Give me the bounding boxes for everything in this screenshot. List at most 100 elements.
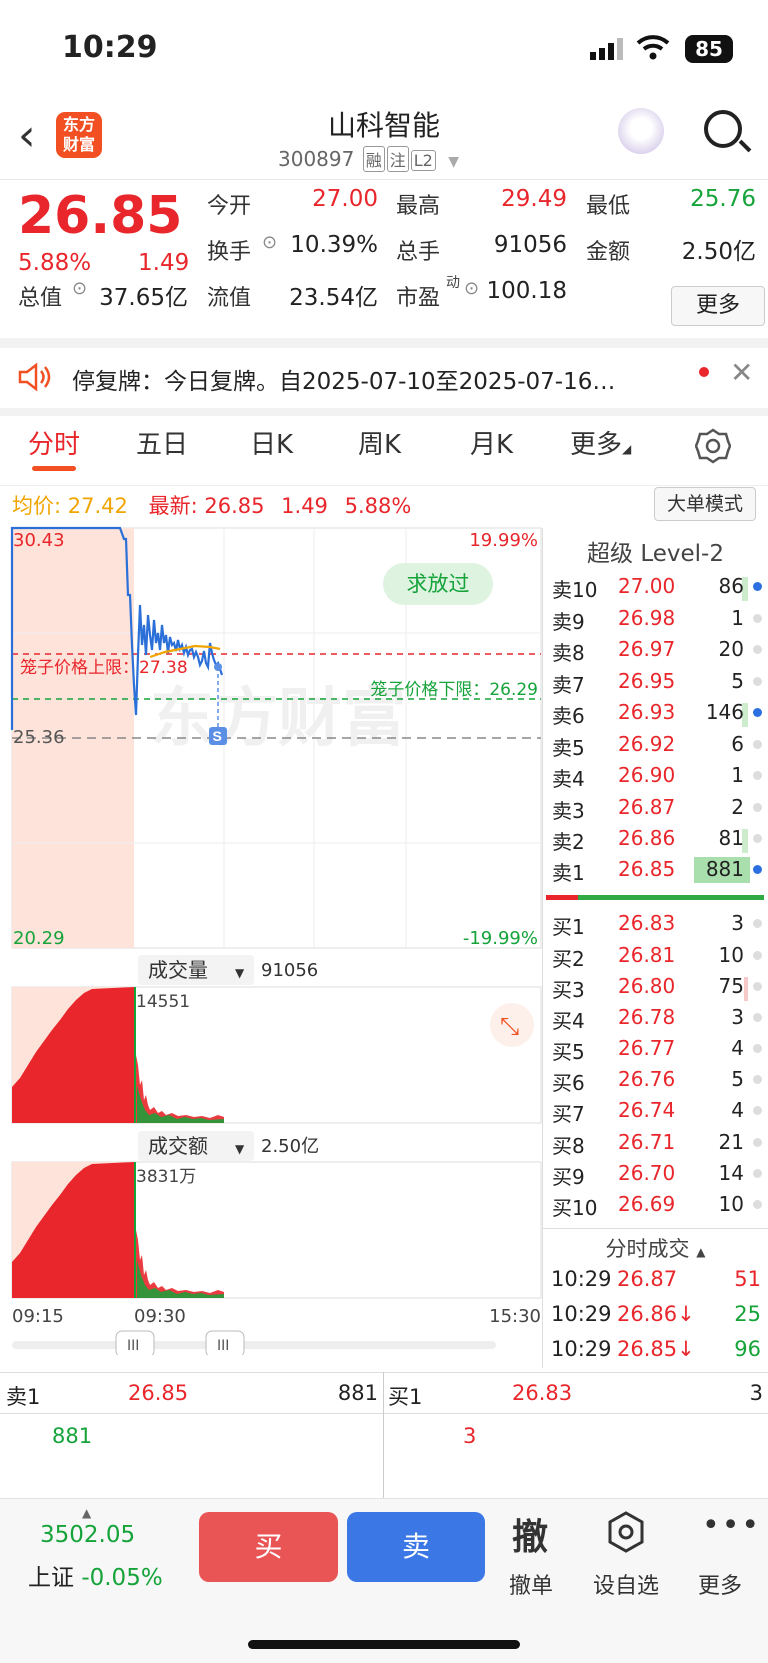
ask-row[interactable]: 卖9 26.98 1 xyxy=(552,606,762,636)
cancel-order-icon[interactable]: 撤 xyxy=(512,1508,548,1560)
bid-row[interactable]: 买9 26.70 14 xyxy=(552,1161,762,1191)
ask-row[interactable]: 卖7 26.95 5 xyxy=(552,669,762,699)
settings-gear-icon[interactable] xyxy=(695,428,731,464)
bid-row[interactable]: 买5 26.77 4 xyxy=(552,1036,762,1066)
expand-icon[interactable]: ⤡ xyxy=(500,1012,519,1040)
change-amount: 1.49 xyxy=(138,250,190,276)
order-dot xyxy=(753,645,762,654)
ask-row[interactable]: 卖4 26.90 1 xyxy=(552,763,762,793)
bid-price: 26.71 xyxy=(618,1130,676,1154)
quote-panel: 26.85 5.88% 1.49 今开 27.00 最高 29.49 最低 25… xyxy=(0,180,768,340)
order-dot xyxy=(753,919,762,928)
ask-row[interactable]: 卖3 26.87 2 xyxy=(552,795,762,825)
status-bar: 10:29 85 xyxy=(0,0,768,100)
intraday-chart[interactable]: 东方财富 S 30.43 19.99% 20.29 -19.99% 25.36 … xyxy=(0,525,545,1355)
more-dots-icon[interactable]: ••• xyxy=(702,1508,761,1543)
bid-label: 买7 xyxy=(552,1102,585,1126)
bid-volume: 3 xyxy=(731,1005,744,1029)
level2-title[interactable]: 超级 Level-2 xyxy=(543,534,768,568)
assistant-robot-icon[interactable] xyxy=(618,108,664,154)
tick-trades-header[interactable]: 分时成交 ▲ xyxy=(543,1233,768,1263)
chart-low-pct: -19.99% xyxy=(463,928,538,949)
bid-volume: 3 xyxy=(731,911,744,935)
time-start: 09:15 xyxy=(12,1306,64,1327)
bid-row[interactable]: 买7 26.74 4 xyxy=(552,1098,762,1128)
ask-label: 卖8 xyxy=(552,641,585,665)
ask-volume: 6 xyxy=(731,732,744,756)
close-icon[interactable]: ✕ xyxy=(730,356,753,389)
ask-row[interactable]: 卖10 27.00 86 xyxy=(552,574,762,604)
low-value: 25.76 xyxy=(690,186,756,212)
bid-row[interactable]: 买8 26.71 21 xyxy=(552,1130,762,1160)
bid-row[interactable]: 买10 26.69 10 xyxy=(552,1192,762,1222)
big-order-mode-button[interactable]: 大单模式 xyxy=(654,487,756,521)
ask-price: 26.92 xyxy=(618,732,676,756)
ask-volume: 81 xyxy=(718,826,744,850)
ask1-volume: 881 xyxy=(337,1381,378,1405)
cancel-order-label[interactable]: 撤单 xyxy=(491,1568,571,1600)
bid-row[interactable]: 买6 26.76 5 xyxy=(552,1067,762,1097)
ask-label: 卖9 xyxy=(552,610,585,634)
tick-time: 10:29 xyxy=(551,1267,612,1291)
ask-price: 26.87 xyxy=(618,795,676,819)
high-value: 29.49 xyxy=(501,186,567,212)
info-icon[interactable]: ⊙ xyxy=(72,278,87,299)
tab-monthly-k[interactable]: 月K xyxy=(470,424,513,461)
signal-icon xyxy=(590,38,623,60)
float-label: 流值 xyxy=(207,286,252,311)
search-icon[interactable] xyxy=(704,110,742,148)
ask-row[interactable]: 卖1 26.85 881 xyxy=(552,857,762,887)
add-watchlist-icon[interactable] xyxy=(606,1510,646,1554)
chevron-down-icon[interactable]: ▼ xyxy=(448,154,459,170)
tab-intraday[interactable]: 分时 xyxy=(28,424,80,461)
ask-label: 卖10 xyxy=(552,578,598,602)
tab-five-day[interactable]: 五日 xyxy=(136,424,188,461)
bid-price: 26.69 xyxy=(618,1192,676,1216)
order-dot xyxy=(753,740,762,749)
tab-more[interactable]: 更多◢ xyxy=(570,424,631,461)
home-indicator[interactable] xyxy=(248,1640,520,1649)
avg-price-row: 均价: 27.42 最新: 26.85 1.49 5.88% xyxy=(12,490,411,520)
chart-scrollbar[interactable] xyxy=(12,1341,496,1349)
more-quote-button[interactable]: 更多 xyxy=(671,286,765,326)
info-icon[interactable]: ⊙ xyxy=(464,278,479,299)
bid-label: 买10 xyxy=(552,1196,598,1220)
bid-volume: 4 xyxy=(731,1036,744,1060)
buy-button[interactable]: 买 xyxy=(199,1512,338,1582)
bid-price: 26.83 xyxy=(618,911,676,935)
ask-row[interactable]: 卖6 26.93 146 xyxy=(552,700,762,730)
tab-daily-k[interactable]: 日K xyxy=(250,424,293,461)
last-price: 26.85 xyxy=(18,186,183,246)
ask-row[interactable]: 卖8 26.97 20 xyxy=(552,637,762,667)
bid-row[interactable]: 买2 26.81 10 xyxy=(552,943,762,973)
info-icon[interactable]: ⊙ xyxy=(262,232,277,253)
bid-row[interactable]: 买3 26.80 75 xyxy=(552,974,762,1004)
lower-cage-label: 笼子价格下限：26.29 xyxy=(370,680,538,700)
ask-price: 26.85 xyxy=(618,857,676,881)
notice-bar[interactable]: 停复牌：今日复牌。自2025-07-10至2025-07-16… xyxy=(0,348,768,410)
ask-row[interactable]: 卖5 26.92 6 xyxy=(552,732,762,762)
caret-icon: ◢ xyxy=(622,442,632,456)
more-label[interactable]: 更多 xyxy=(680,1568,760,1600)
sell-button[interactable]: 卖 xyxy=(347,1512,485,1582)
order-dot xyxy=(753,1044,762,1053)
tab-weekly-k[interactable]: 周K xyxy=(358,424,401,461)
bid-row[interactable]: 买1 26.83 3 xyxy=(552,911,762,941)
ask-price: 26.95 xyxy=(618,669,676,693)
bid-queue-item[interactable]: 3 xyxy=(463,1424,476,1448)
stock-code-row[interactable]: 300897 融注 L2 ▼ xyxy=(278,146,459,172)
bid-row[interactable]: 买4 26.78 3 xyxy=(552,1005,762,1035)
bid-price: 26.80 xyxy=(618,974,676,998)
ask-label: 卖3 xyxy=(552,799,585,823)
divider xyxy=(543,1228,768,1229)
ask-row[interactable]: 卖2 26.86 81 xyxy=(552,826,762,856)
bid-label: 买6 xyxy=(552,1071,585,1095)
add-watchlist-label[interactable]: 设自选 xyxy=(586,1568,666,1600)
ask-queue-item[interactable]: 881 xyxy=(52,1424,92,1448)
bid-volume: 14 xyxy=(718,1161,744,1185)
index-value[interactable]: 3502.05 xyxy=(40,1522,135,1548)
margin-tag: 融 xyxy=(362,146,385,172)
order-dot xyxy=(753,982,762,991)
tick-volume: 25 xyxy=(734,1302,761,1326)
index-row[interactable]: 上证 -0.05% xyxy=(28,1558,163,1592)
